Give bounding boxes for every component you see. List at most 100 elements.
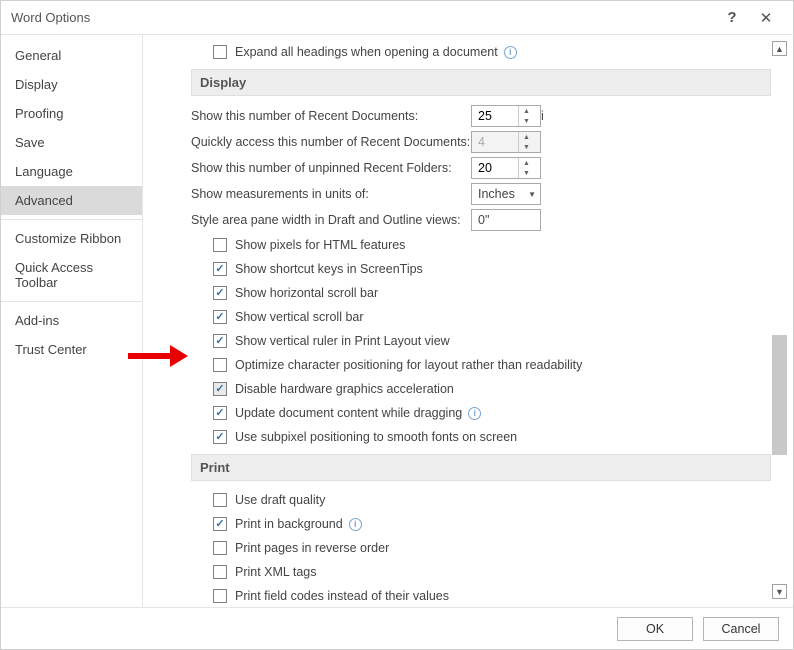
checkbox-display-check-0[interactable] (213, 238, 227, 252)
checkbox-display-check-1[interactable] (213, 262, 227, 276)
label-display-check-3: Show vertical scroll bar (235, 310, 364, 324)
sidebar-item-customize-ribbon[interactable]: Customize Ribbon (1, 224, 142, 253)
input-style-pane-width[interactable] (471, 209, 541, 231)
close-button[interactable]: ✕ (749, 9, 783, 27)
sidebar-item-quick-access-toolbar[interactable]: Quick Access Toolbar (1, 253, 142, 297)
checkbox-print-check-1[interactable] (213, 517, 227, 531)
checkbox-display-check-4[interactable] (213, 334, 227, 348)
sidebar-item-addins[interactable]: Add-ins (1, 306, 142, 335)
checkbox-print-check-0[interactable] (213, 493, 227, 507)
help-button[interactable]: ? (715, 9, 749, 26)
label-display-check-4: Show vertical ruler in Print Layout view (235, 334, 450, 348)
label-print-check-0: Use draft quality (235, 493, 325, 507)
sidebar-item-general[interactable]: General (1, 41, 142, 70)
info-icon[interactable]: i (349, 518, 362, 531)
row-quick-access-recent: Quickly access this number of Recent Doc… (191, 130, 771, 154)
spin-up-icon: ▲ (518, 132, 534, 142)
dialog-footer: OK Cancel (1, 607, 793, 649)
checkbox-display-check-6[interactable] (213, 382, 227, 396)
spin-up-icon[interactable]: ▲ (518, 106, 534, 116)
checkbox-print-check-4[interactable] (213, 589, 227, 603)
section-display: Display (191, 69, 771, 96)
checkbox-display-check-7[interactable] (213, 406, 227, 420)
row-display-check-2: Show horizontal scroll bar (213, 282, 771, 304)
spin-down-icon: ▼ (518, 142, 534, 152)
label-quick-access-recent: Quickly access this number of Recent Doc… (191, 135, 470, 149)
row-print-check-4: Print field codes instead of their value… (213, 585, 771, 607)
label-display-check-1: Show shortcut keys in ScreenTips (235, 262, 423, 276)
checkbox-display-check-8[interactable] (213, 430, 227, 444)
sidebar-separator (1, 219, 142, 220)
checkbox-display-check-2[interactable] (213, 286, 227, 300)
label-display-check-0: Show pixels for HTML features (235, 238, 405, 252)
label-display-check-5: Optimize character positioning for layou… (235, 358, 582, 372)
spin-recent-docs[interactable]: ▲▼ (471, 105, 541, 127)
row-print-check-2: Print pages in reverse order (213, 537, 771, 559)
label-display-check-7: Update document content while dragging (235, 406, 462, 420)
label-print-check-2: Print pages in reverse order (235, 541, 389, 555)
input-recent-folders[interactable] (472, 161, 518, 175)
info-icon[interactable]: i (468, 407, 481, 420)
sidebar-item-language[interactable]: Language (1, 157, 142, 186)
input-quick-access-recent (472, 135, 518, 149)
label-display-check-2: Show horizontal scroll bar (235, 286, 378, 300)
row-display-check-3: Show vertical scroll bar (213, 306, 771, 328)
row-recent-folders: Show this number of unpinned Recent Fold… (191, 156, 771, 180)
row-expand-all-headings: Expand all headings when opening a docum… (213, 41, 771, 63)
scroll-up-button[interactable]: ▲ (772, 41, 787, 56)
spin-down-icon[interactable]: ▼ (518, 168, 534, 178)
row-measurements: Show measurements in units of: Inches ▼ (191, 182, 771, 206)
dialog-body: General Display Proofing Save Language A… (1, 35, 793, 607)
scrollbar-thumb[interactable] (772, 335, 787, 455)
spin-up-icon[interactable]: ▲ (518, 158, 534, 168)
sidebar-separator (1, 301, 142, 302)
sidebar-item-proofing[interactable]: Proofing (1, 99, 142, 128)
row-print-check-1: Print in background i (213, 513, 771, 535)
sidebar-item-advanced[interactable]: Advanced (1, 186, 142, 215)
label-display-check-6: Disable hardware graphics acceleration (235, 382, 454, 396)
label-expand-all-headings: Expand all headings when opening a docum… (235, 45, 498, 59)
row-print-check-3: Print XML tags (213, 561, 771, 583)
row-display-check-0: Show pixels for HTML features (213, 234, 771, 256)
checkbox-display-check-5[interactable] (213, 358, 227, 372)
scroll-area: Expand all headings when opening a docum… (143, 35, 793, 607)
label-print-check-1: Print in background (235, 517, 343, 531)
dialog-title: Word Options (11, 10, 90, 25)
row-display-check-1: Show shortcut keys in ScreenTips (213, 258, 771, 280)
label-recent-folders: Show this number of unpinned Recent Fold… (191, 161, 471, 175)
section-print: Print (191, 454, 771, 481)
row-display-check-6: Disable hardware graphics acceleration (213, 378, 771, 400)
row-display-check-5: Optimize character positioning for layou… (213, 354, 771, 376)
sidebar-item-save[interactable]: Save (1, 128, 142, 157)
label-print-check-3: Print XML tags (235, 565, 317, 579)
row-print-check-0: Use draft quality (213, 489, 771, 511)
checkbox-expand-all-headings[interactable] (213, 45, 227, 59)
row-display-check-8: Use subpixel positioning to smooth fonts… (213, 426, 771, 448)
checkbox-print-check-2[interactable] (213, 541, 227, 555)
spin-recent-folders[interactable]: ▲▼ (471, 157, 541, 179)
main-panel: Expand all headings when opening a docum… (143, 35, 793, 607)
label-print-check-4: Print field codes instead of their value… (235, 589, 449, 603)
row-display-check-7: Update document content while dragging i (213, 402, 771, 424)
input-recent-docs[interactable] (472, 109, 518, 123)
combo-measurements-value: Inches (478, 187, 515, 201)
scroll-down-button[interactable]: ▼ (772, 584, 787, 599)
row-recent-docs: Show this number of Recent Documents: ▲▼… (191, 104, 771, 128)
sidebar-item-trust-center[interactable]: Trust Center (1, 335, 142, 364)
checkbox-display-check-3[interactable] (213, 310, 227, 324)
spin-down-icon[interactable]: ▼ (518, 116, 534, 126)
word-options-dialog: Word Options ? ✕ General Display Proofin… (0, 0, 794, 650)
label-style-pane-width: Style area pane width in Draft and Outli… (191, 213, 471, 227)
ok-button[interactable]: OK (617, 617, 693, 641)
cancel-button[interactable]: Cancel (703, 617, 779, 641)
spin-quick-access-recent: ▲▼ (471, 131, 541, 153)
label-recent-docs: Show this number of Recent Documents: (191, 109, 471, 123)
checkbox-print-check-3[interactable] (213, 565, 227, 579)
sidebar: General Display Proofing Save Language A… (1, 35, 143, 607)
info-icon[interactable]: i (504, 46, 517, 59)
row-style-pane-width: Style area pane width in Draft and Outli… (191, 208, 771, 232)
info-icon[interactable]: i (541, 109, 544, 123)
sidebar-item-display[interactable]: Display (1, 70, 142, 99)
chevron-down-icon: ▼ (528, 190, 536, 199)
combo-measurements[interactable]: Inches ▼ (471, 183, 541, 205)
